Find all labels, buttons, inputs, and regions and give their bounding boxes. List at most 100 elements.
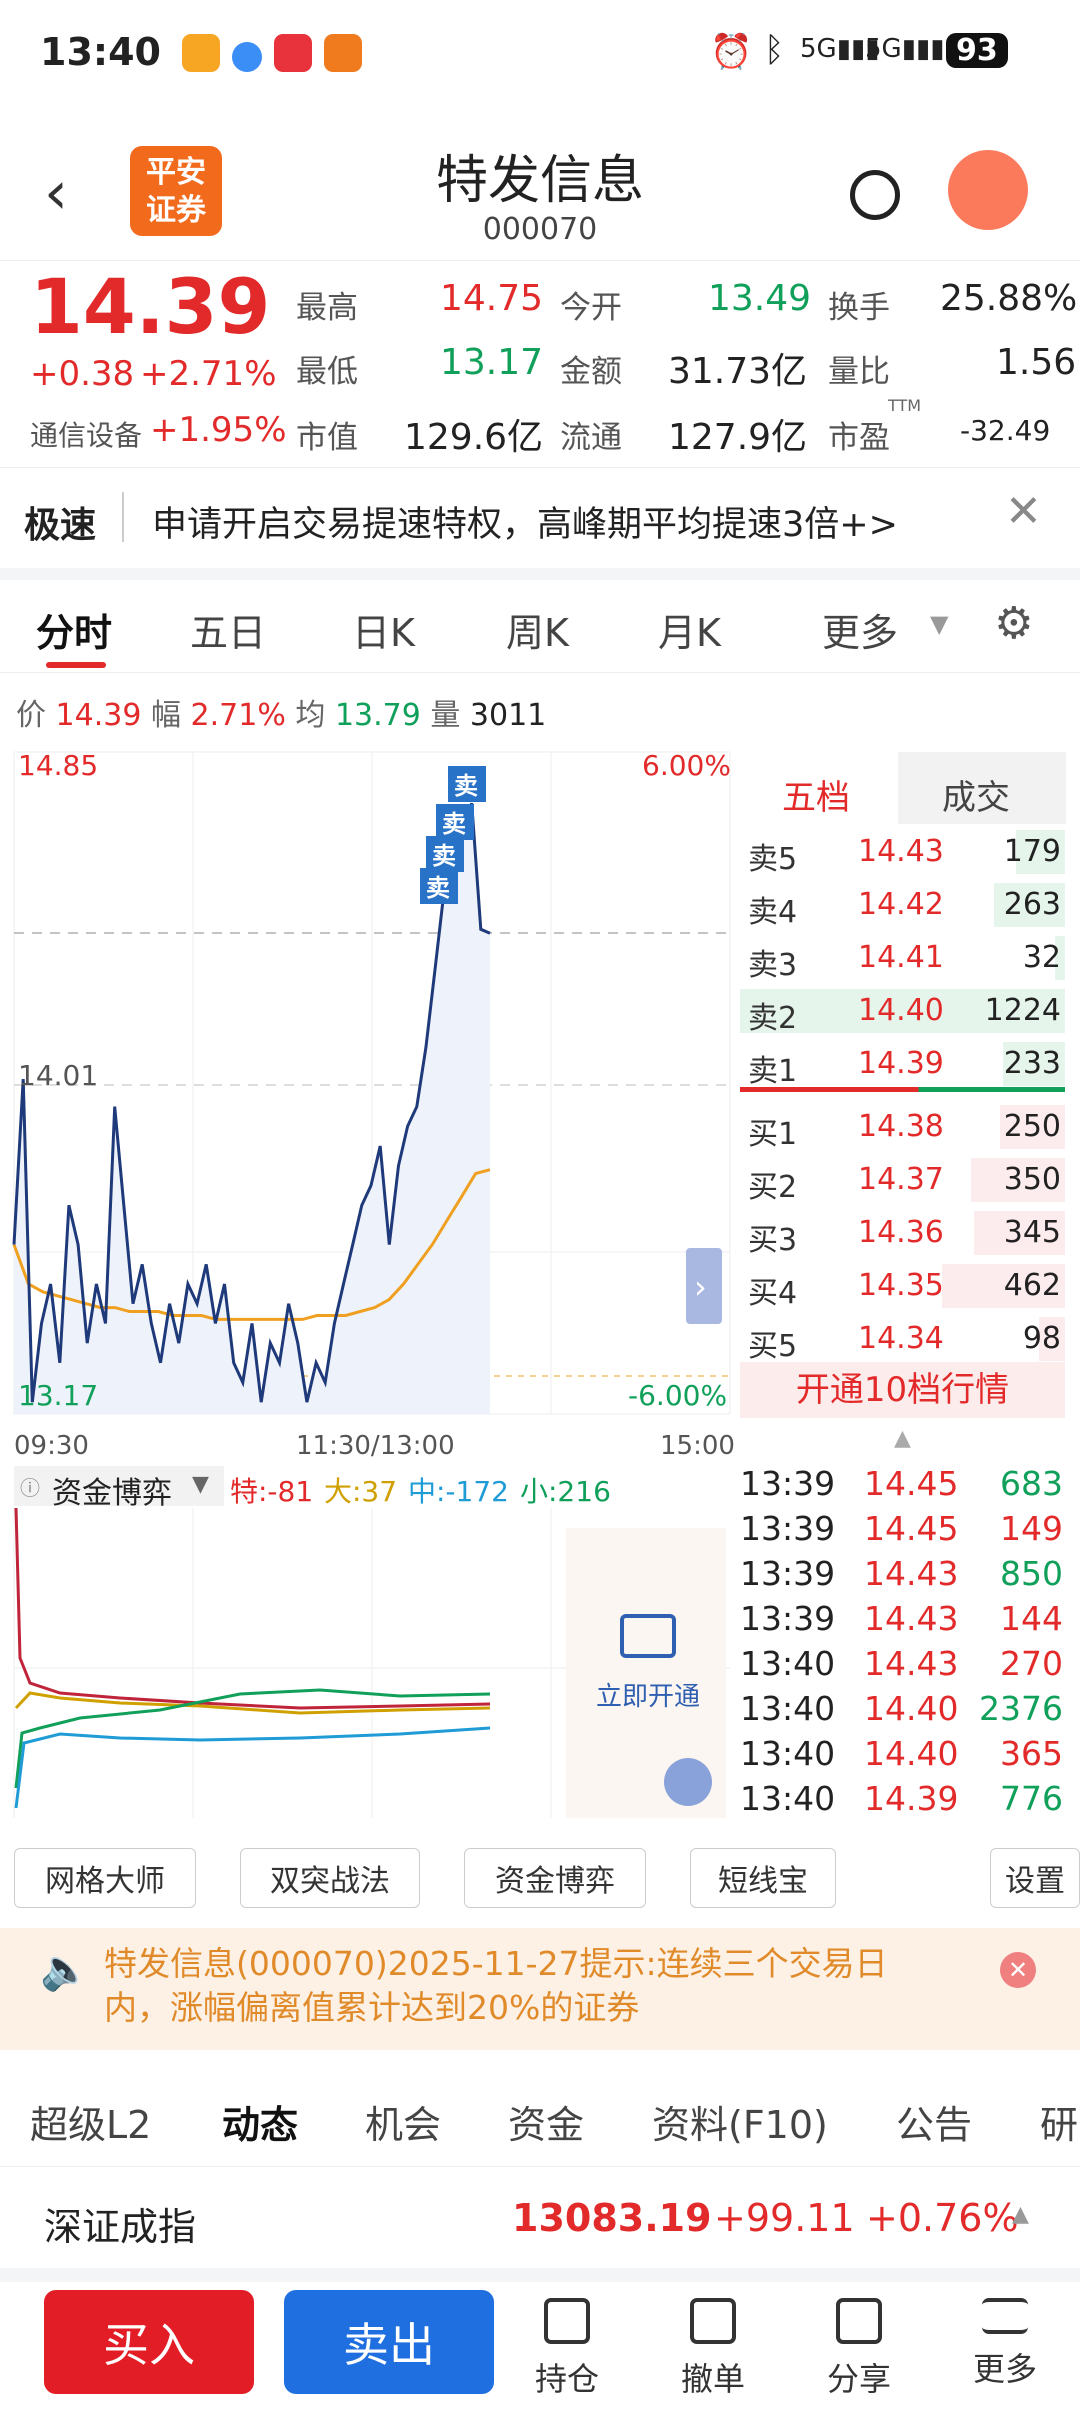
level-volume: 233 [1003, 1046, 1061, 1081]
field-value: 31.73亿 [668, 351, 808, 392]
level-price: 14.39 [858, 1046, 944, 1081]
label: 幅 [150, 698, 181, 733]
tab-5day[interactable]: 五日 [190, 602, 266, 657]
tool-double-break[interactable]: 双突战法 [240, 1848, 420, 1908]
tab-opportunity[interactable]: 机会 [365, 2094, 441, 2149]
orderbook-row[interactable]: 卖2 14.40 1224 [740, 985, 1065, 1037]
settings-button[interactable]: 设置 [990, 1848, 1080, 1908]
avatar[interactable] [948, 150, 1028, 230]
trade-price: 14.43 [864, 1554, 959, 1593]
unlock-link[interactable]: 立即开通 [596, 1676, 700, 1713]
orderbook-row[interactable]: 买5 14.34 98 [740, 1313, 1065, 1365]
index-name: 深证成指 [44, 2205, 197, 2249]
tab-weekly-k[interactable]: 周K [506, 602, 569, 657]
orderbook-row[interactable]: 卖4 14.42 263 [740, 879, 1065, 931]
buy-button[interactable]: 买入 [44, 2290, 254, 2394]
trade-row: 13:39 14.43 144 [740, 1595, 1065, 1640]
orderbook-row[interactable]: 买3 14.36 345 [740, 1207, 1065, 1259]
orderbook-row[interactable]: 买4 14.35 462 [740, 1260, 1065, 1312]
tool-grid-master[interactable]: 网格大师 [14, 1848, 196, 1908]
sector-pct: +1.95% [150, 410, 287, 450]
tab-more[interactable]: 更多 [822, 602, 898, 657]
level-volume: 32 [1022, 940, 1061, 975]
sector-name[interactable]: 通信设备 [30, 414, 142, 454]
y-mid-label: 14.01 [18, 1059, 98, 1092]
speaker-icon: 🔈 [40, 1947, 90, 1993]
tab-research[interactable]: 研 [1040, 2094, 1078, 2149]
orderbook-row[interactable]: 卖1 14.39 233 [740, 1038, 1065, 1090]
orderbook-row[interactable]: 买2 14.37 350 [740, 1154, 1065, 1206]
menu-icon [982, 2298, 1028, 2334]
tab-intraday[interactable]: 分时 [36, 602, 112, 657]
scroll-right-button[interactable]: › [686, 1248, 722, 1324]
trade-price: 14.45 [864, 1464, 959, 1503]
trade-row: 13:40 14.40 2376 [740, 1685, 1065, 1730]
level-volume: 263 [1003, 887, 1061, 922]
tab-fund[interactable]: 资金 [508, 2094, 584, 2149]
tab-monthly-k[interactable]: 月K [658, 602, 721, 657]
content-tabs: 超级L2 动态 机会 资金 资料(F10) 公告 研 [0, 2066, 1080, 2167]
cancel-order-button[interactable]: 撤单 [658, 2292, 768, 2400]
chart-tabs: 分时 五日 日K 周K 月K 更多 ▼ ⚙ [0, 580, 1080, 673]
orderbook-row[interactable]: 买1 14.38 250 [740, 1101, 1065, 1153]
info-icon: ⓘ [20, 1476, 40, 1500]
app-icon [232, 42, 262, 72]
tool-fund-game[interactable]: 资金博弈 [464, 1848, 646, 1908]
trade-vol: 683 [1000, 1464, 1063, 1503]
tab-five-levels[interactable]: 五档 [738, 752, 898, 824]
trade-vol: 2376 [979, 1689, 1063, 1728]
close-icon[interactable]: ✕ [1000, 1952, 1036, 1988]
tab-trades[interactable]: 成交 [942, 770, 1010, 819]
field-value: 13.17 [440, 342, 544, 383]
speed-banner[interactable]: 极速 申请开启交易提速特权，高峰期平均提速3倍+> ✕ [0, 468, 1080, 580]
orderbook-row[interactable]: 卖3 14.41 32 [740, 932, 1065, 984]
close-icon[interactable]: ✕ [1005, 486, 1042, 537]
index-change: +99.11 [714, 2196, 855, 2240]
index-ticker[interactable]: 深证成指 13083.19 +99.11 +0.76% ▲ [0, 2168, 1080, 2282]
level-volume: 462 [1003, 1268, 1061, 1303]
share-button[interactable]: 分享 [804, 2292, 914, 2400]
tab-announcement[interactable]: 公告 [896, 2094, 972, 2149]
fund-selector[interactable]: ⓘ 资金博弈 ▼ [14, 1466, 224, 1511]
pct-bottom-label: -6.00% [628, 1379, 727, 1412]
tab-daily-k[interactable]: 日K [352, 602, 415, 657]
sell-marker: 卖 [432, 842, 456, 870]
more-button[interactable]: 更多 [950, 2292, 1060, 2390]
positions-button[interactable]: 持仓 [512, 2292, 622, 2400]
y-bottom-label: 13.17 [18, 1379, 98, 1412]
fund-line-zhong [14, 1726, 491, 1809]
label: 均 [295, 698, 326, 733]
gear-icon[interactable]: ⚙ [994, 598, 1033, 649]
open-10-levels-button[interactable]: 开通10档行情 [740, 1362, 1065, 1418]
risk-notice: 🔈 特发信息(000070)2025-11-27提示:连续三个交易日内，涨幅偏离… [0, 1928, 1080, 2050]
chevron-up-icon[interactable]: ▲ [894, 1426, 911, 1451]
tab-l2[interactable]: 超级L2 [30, 2094, 151, 2149]
notification-icons [182, 34, 374, 81]
trade-time: 13:40 [740, 1644, 836, 1683]
tab-profile[interactable]: 资料(F10) [652, 2094, 828, 2149]
sell-button[interactable]: 卖出 [284, 2290, 494, 2394]
trade-vol: 776 [1000, 1779, 1063, 1818]
label: 撤单 [680, 2360, 745, 2398]
tool-short-term[interactable]: 短线宝 [690, 1848, 836, 1908]
level-price: 14.43 [858, 834, 944, 869]
trade-row: 13:39 14.43 850 [740, 1550, 1065, 1595]
level-label: 卖3 [748, 948, 798, 983]
stock-header: ‹ 平安 证券 特发信息 000070 [0, 130, 1080, 261]
level-label: 买1 [748, 1117, 798, 1152]
quote-panel: 14.39 +0.38 +2.71% 通信设备 +1.95% 最高 14.75 … [0, 262, 1080, 468]
signal-icon: 5G▮▮▮ [865, 34, 945, 64]
chevron-down-icon[interactable]: ▼ [930, 610, 948, 638]
index-pct: +0.76% [866, 2196, 1019, 2240]
fullscreen-icon[interactable] [664, 1758, 712, 1806]
label: 持仓 [534, 2360, 599, 2398]
price-change-pct: +2.71% [140, 354, 277, 394]
fund-chart [13, 1508, 730, 1818]
banner-text[interactable]: 申请开启交易提速特权，高峰期平均提速3倍+> [152, 496, 898, 547]
orderbook-row[interactable]: 卖5 14.43 179 [740, 826, 1065, 878]
search-icon[interactable] [850, 170, 900, 220]
field-value: -32.49 [960, 414, 1051, 447]
label: 量 [430, 698, 461, 733]
intraday-chart[interactable]: 14.85 14.01 13.17 6.00% -6.00% 卖 卖 卖 卖 ›… [0, 740, 735, 1460]
tab-news[interactable]: 动态 [222, 2094, 298, 2149]
